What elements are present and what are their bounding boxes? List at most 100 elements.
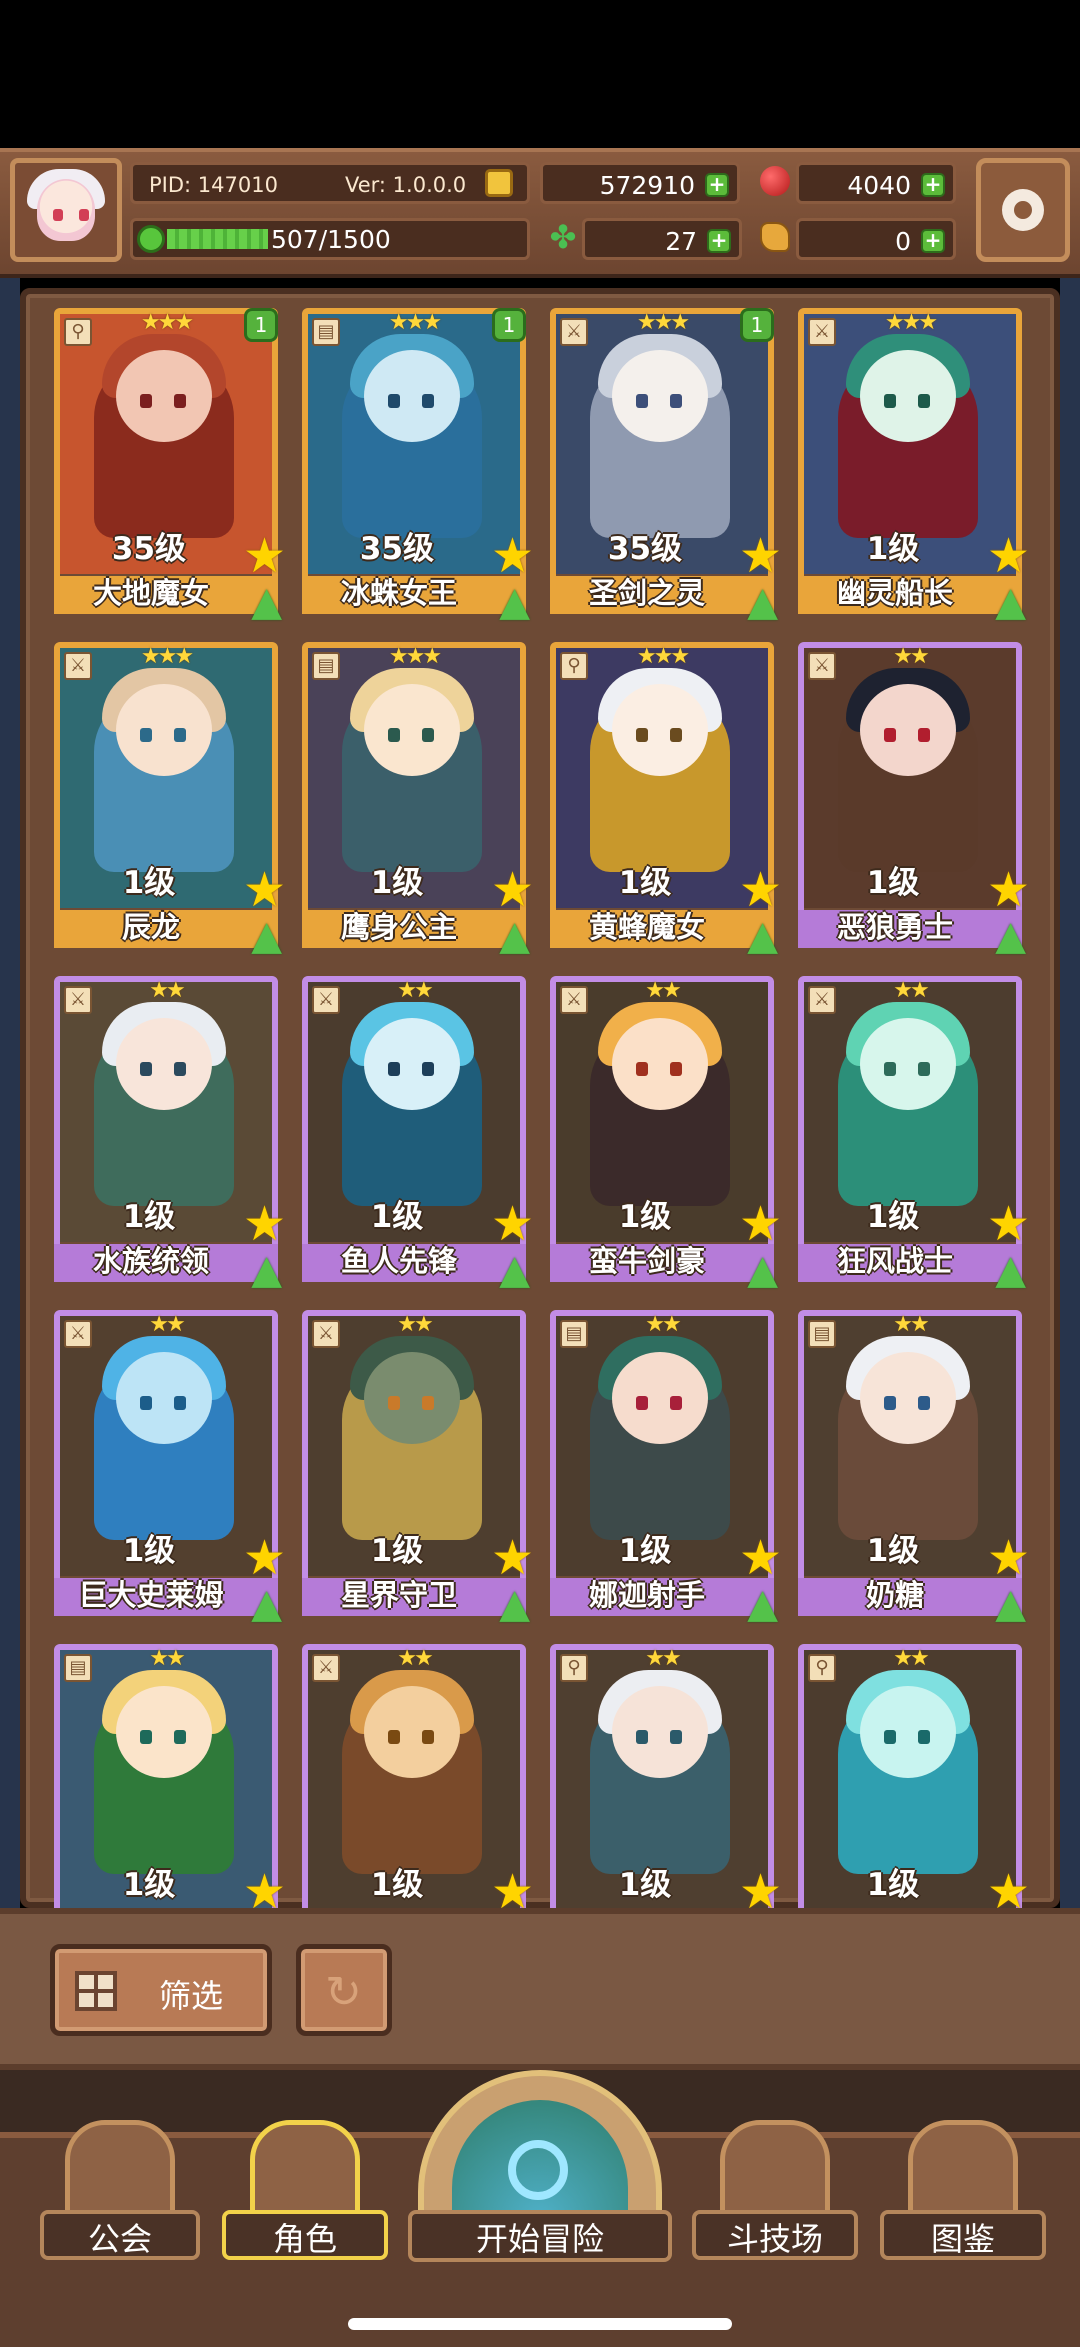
star-upgrade-icon[interactable]: ★ xyxy=(243,1200,286,1248)
filter-button[interactable]: 筛选 xyxy=(50,1944,272,2036)
character-card[interactable]: ▤ ★★★ 1 35级 冰蛛女王 ★ ▲ xyxy=(302,308,534,622)
character-card[interactable]: ⚔ ★★ 1级 狂风战士 ★ ▲ xyxy=(798,976,1030,1290)
character-card[interactable]: ⚔ ★★★ 1级 辰龙 ★ ▲ xyxy=(54,642,286,956)
star-upgrade-icon[interactable]: ★ xyxy=(739,1868,782,1908)
gold-counter: 572910 + xyxy=(540,162,740,204)
star-upgrade-icon[interactable]: ★ xyxy=(739,866,782,914)
character-card[interactable]: ⚲ ★★★ 1级 黄蜂魔女 ★ ▲ xyxy=(550,642,782,956)
refresh-button[interactable]: ↻ xyxy=(296,1944,392,2036)
star-upgrade-icon[interactable]: ★ xyxy=(491,866,534,914)
star-upgrade-icon[interactable]: ★ xyxy=(987,1534,1030,1582)
star-upgrade-icon[interactable]: ★ xyxy=(739,1534,782,1582)
player-info: PID: 147010 Ver: 1.0.0.0 xyxy=(130,162,530,204)
character-eye xyxy=(670,1396,682,1410)
star-upgrade-icon[interactable]: ★ xyxy=(243,1534,286,1582)
character-card[interactable]: ⚔ ★★★ 1级 幽灵船长 ★ ▲ xyxy=(798,308,1030,622)
bread-value: 0 xyxy=(895,227,911,256)
tree-upgrade-icon[interactable]: ▲ xyxy=(251,916,282,956)
character-card[interactable]: ⚔★★1级★▲ xyxy=(302,1644,534,1908)
character-eye xyxy=(140,394,152,408)
player-id: PID: 147010 xyxy=(149,173,278,197)
character-name: 狂风战士 xyxy=(836,1244,953,1278)
character-eye xyxy=(422,1730,434,1744)
tree-upgrade-icon[interactable]: ▲ xyxy=(499,1584,530,1624)
start-adventure-button[interactable]: 开始冒险 xyxy=(408,2070,672,2262)
add-ruby-button[interactable]: + xyxy=(921,173,945,197)
character-eye xyxy=(636,728,648,742)
filter-bar: 筛选 ↻ xyxy=(0,1908,1080,2070)
tree-upgrade-icon[interactable]: ▲ xyxy=(995,582,1026,622)
character-eye xyxy=(174,1396,186,1410)
notification-badge: 1 xyxy=(244,308,278,342)
tree-upgrade-icon[interactable]: ▲ xyxy=(747,1584,778,1624)
home-indicator[interactable] xyxy=(348,2318,732,2330)
star-upgrade-icon[interactable]: ★ xyxy=(243,532,286,580)
tree-upgrade-icon[interactable]: ▲ xyxy=(499,1250,530,1290)
character-card[interactable]: ⚔ ★★ 1级 蛮牛剑豪 ★ ▲ xyxy=(550,976,782,1290)
character-eye xyxy=(636,1396,648,1410)
tree-upgrade-icon[interactable]: ▲ xyxy=(251,582,282,622)
nav-characters[interactable]: 角色 xyxy=(222,2110,388,2280)
character-card[interactable]: ▤ ★★ 1级 娜迦射手 ★ ▲ xyxy=(550,1310,782,1624)
character-level: 35级 xyxy=(359,531,435,567)
tree-upgrade-icon[interactable]: ▲ xyxy=(499,916,530,956)
crossed-swords-icon xyxy=(720,2120,830,2220)
player-avatar[interactable] xyxy=(10,158,122,262)
character-card[interactable]: ⚔ ★★★ 1 35级 圣剑之灵 ★ ▲ xyxy=(550,308,782,622)
character-card[interactable]: ⚔ ★★ 1级 鱼人先锋 ★ ▲ xyxy=(302,976,534,1290)
character-card[interactable]: ▤ ★★ 1级 奶糖 ★ ▲ xyxy=(798,1310,1030,1624)
character-card[interactable]: ⚲★★1级★▲ xyxy=(550,1644,782,1908)
star-upgrade-icon[interactable]: ★ xyxy=(243,1868,286,1908)
star-upgrade-icon[interactable]: ★ xyxy=(987,1200,1030,1248)
star-upgrade-icon[interactable]: ★ xyxy=(987,866,1030,914)
tree-upgrade-icon[interactable]: ▲ xyxy=(251,1250,282,1290)
star-upgrade-icon[interactable]: ★ xyxy=(987,1868,1030,1908)
star-upgrade-icon[interactable]: ★ xyxy=(491,1534,534,1582)
nav-arena[interactable]: 斗技场 xyxy=(692,2110,858,2280)
character-card[interactable]: ⚔ ★★ 1级 水族统领 ★ ▲ xyxy=(54,976,286,1290)
settings-button[interactable] xyxy=(976,158,1070,262)
character-card[interactable]: ⚔ ★★ 1级 巨大史莱姆 ★ ▲ xyxy=(54,1310,286,1624)
character-eye xyxy=(918,1730,930,1744)
tree-upgrade-icon[interactable]: ▲ xyxy=(251,1584,282,1624)
xp-bar: 507/1500 xyxy=(130,218,530,260)
star-upgrade-icon[interactable]: ★ xyxy=(491,532,534,580)
nav-guild[interactable]: 公会 xyxy=(40,2110,200,2280)
character-face-icon xyxy=(250,2120,360,2220)
tree-upgrade-icon[interactable]: ▲ xyxy=(747,1250,778,1290)
star-upgrade-icon[interactable]: ★ xyxy=(243,866,286,914)
character-eye xyxy=(884,394,896,408)
tree-upgrade-icon[interactable]: ▲ xyxy=(747,916,778,956)
character-eye xyxy=(636,394,648,408)
tree-upgrade-icon[interactable]: ▲ xyxy=(995,1584,1026,1624)
nav-codex[interactable]: 图鉴 xyxy=(880,2110,1046,2280)
add-clover-button[interactable]: + xyxy=(707,229,731,253)
character-eye xyxy=(884,728,896,742)
character-card[interactable]: ▤ ★★★ 1级 鹰身公主 ★ ▲ xyxy=(302,642,534,956)
star-upgrade-icon[interactable]: ★ xyxy=(739,1200,782,1248)
nav-codex-label: 图鉴 xyxy=(930,2220,995,2258)
star-upgrade-icon[interactable]: ★ xyxy=(491,1200,534,1248)
tree-upgrade-icon[interactable]: ▲ xyxy=(747,582,778,622)
copy-icon[interactable] xyxy=(485,169,513,197)
character-card[interactable]: ⚲★★1级★▲ xyxy=(798,1644,1030,1908)
character-eye xyxy=(422,394,434,408)
tree-upgrade-icon[interactable]: ▲ xyxy=(995,1250,1026,1290)
ruby-counter: 4040 + xyxy=(796,162,956,204)
star-upgrade-icon[interactable]: ★ xyxy=(491,1868,534,1908)
character-face xyxy=(116,350,212,442)
character-card[interactable]: ⚲ ★★★ 1 35级 大地魔女 ★ ▲ xyxy=(54,308,286,622)
character-grid[interactable]: ⚲ ★★★ 1 35级 大地魔女 ★ ▲ ▤ ★★★ 1 35级 冰蛛女王 ★ ▲ ⚔ ★★★ 1 35级 圣剑之灵… xyxy=(54,308,1034,1908)
character-eye xyxy=(884,1062,896,1076)
character-name: 幽灵船长 xyxy=(836,576,953,610)
star-upgrade-icon[interactable]: ★ xyxy=(987,532,1030,580)
character-card[interactable]: ▤★★1级★▲ xyxy=(54,1644,286,1908)
add-bread-button[interactable]: + xyxy=(921,229,945,253)
character-card[interactable]: ⚔ ★★ 1级 恶狼勇士 ★ ▲ xyxy=(798,642,1030,956)
character-face xyxy=(364,1018,460,1110)
add-gold-button[interactable]: + xyxy=(705,173,729,197)
character-card[interactable]: ⚔ ★★ 1级 星界守卫 ★ ▲ xyxy=(302,1310,534,1624)
tree-upgrade-icon[interactable]: ▲ xyxy=(995,916,1026,956)
tree-upgrade-icon[interactable]: ▲ xyxy=(499,582,530,622)
star-upgrade-icon[interactable]: ★ xyxy=(739,532,782,580)
